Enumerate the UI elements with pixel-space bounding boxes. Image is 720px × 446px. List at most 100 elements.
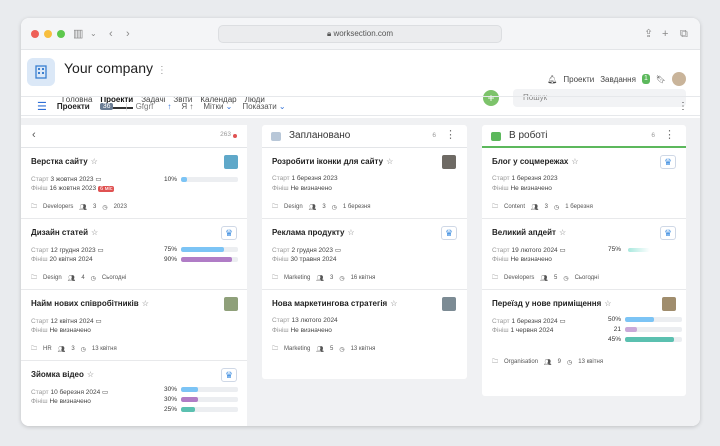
crown-icon[interactable]: ♛ xyxy=(660,226,676,240)
tags-dropdown[interactable]: Мітки ⌄ xyxy=(203,102,232,111)
menu-lines-icon[interactable]: ☰ xyxy=(37,100,47,113)
finish-date: Не визначено xyxy=(290,327,332,334)
card-date: 13 квітня xyxy=(578,359,604,365)
star-icon[interactable]: ☆ xyxy=(91,157,98,166)
project-card[interactable]: Великий апдейт ☆ ♛ Старт 19 лютого 2024 ▭… xyxy=(482,219,686,290)
sort-ya-button[interactable]: Я ↑ xyxy=(181,102,193,111)
close-window-button[interactable] xyxy=(31,30,39,38)
progress-row: 75% xyxy=(163,246,238,253)
progress-fill xyxy=(181,257,233,262)
clock-icon: ◷ xyxy=(567,359,573,366)
finish-label: Фініш xyxy=(31,256,48,263)
project-card[interactable]: Нова маркетингова стратегія ☆ Старт 13 лю… xyxy=(262,290,467,361)
project-card[interactable]: Розробити іконки для сайту ☆ Старт 1 бере… xyxy=(262,148,467,219)
progress-fill xyxy=(181,397,199,402)
bell-icon[interactable]: 🔔︎ xyxy=(547,75,557,84)
people-icon: 👥︎ xyxy=(79,204,87,211)
assignee-avatar[interactable] xyxy=(224,155,238,169)
maximize-window-button[interactable] xyxy=(57,30,65,38)
assignee-avatar[interactable] xyxy=(662,297,676,311)
building-icon xyxy=(35,65,47,79)
comment-icon: ▭ xyxy=(95,176,102,183)
people-count: 3 xyxy=(329,275,334,281)
project-card[interactable]: Переїзд у нове приміщення ☆ Старт 1 берез… xyxy=(482,290,686,378)
finish-date: Не визначено xyxy=(510,185,552,192)
project-card[interactable]: Дизайн статей ☆ ♛ Старт 12 грудня 2023 ▭ … xyxy=(21,219,247,290)
column-in-progress: В роботі 6 ⋮ Блог у соцмережах ☆ ♛ Старт … xyxy=(482,125,686,396)
tabs-overview-icon[interactable]: ⧉ xyxy=(680,27,688,41)
crown-icon[interactable]: ♛ xyxy=(221,226,237,240)
star-icon[interactable]: ☆ xyxy=(386,157,393,166)
card-date: Сьогодні xyxy=(101,275,127,281)
company-logo[interactable] xyxy=(27,58,55,86)
people-count: 9 xyxy=(557,359,562,365)
tasks-link[interactable]: Завдання xyxy=(600,75,636,84)
progress-value: 10% xyxy=(163,176,177,183)
projects-link[interactable]: Проекти xyxy=(563,75,594,84)
star-icon[interactable]: ☆ xyxy=(559,228,566,237)
more-vertical-icon[interactable]: ⋮ xyxy=(664,128,675,141)
forward-arrow-icon[interactable]: › xyxy=(126,27,130,41)
start-label: Старт xyxy=(492,318,510,325)
share-icon[interactable]: ⇪ xyxy=(644,27,653,41)
card-tag: Developers xyxy=(504,275,535,281)
card-tag: Developers xyxy=(43,204,74,210)
finish-label: Фініш xyxy=(492,256,509,263)
start-label: Старт xyxy=(31,176,49,183)
star-icon[interactable]: ☆ xyxy=(604,299,611,308)
star-icon[interactable]: ☆ xyxy=(347,228,354,237)
minimize-window-button[interactable] xyxy=(44,30,52,38)
assignee-avatar[interactable] xyxy=(224,297,238,311)
project-card[interactable]: Найм нових співробітників ☆ Старт 12 квіт… xyxy=(21,290,247,361)
progress-value: 30% xyxy=(163,386,177,393)
column-planned: Заплановано 6 ⋮ Розробити іконки для сай… xyxy=(262,125,467,379)
start-date: 12 квітня 2024 xyxy=(50,318,94,325)
more-vertical-icon[interactable]: ⋮ xyxy=(678,101,688,112)
star-icon[interactable]: ☆ xyxy=(571,157,578,166)
url-text: worksection.com xyxy=(333,29,394,38)
chevron-down-icon[interactable]: ⌄ xyxy=(90,27,97,41)
people-count: 5 xyxy=(329,346,334,352)
people-count: 3 xyxy=(93,204,97,210)
new-tab-icon[interactable]: + xyxy=(662,27,668,41)
company-name[interactable]: Your company ⋮ xyxy=(64,60,167,76)
card-title: Блог у соцмережах xyxy=(492,157,569,166)
crown-icon[interactable]: ♛ xyxy=(441,226,457,240)
sort-a-button[interactable]: ↑ xyxy=(167,102,171,111)
start-date: 1 березня 2023 xyxy=(291,175,338,182)
progress-fill xyxy=(181,387,199,392)
star-icon[interactable]: ☆ xyxy=(91,228,98,237)
star-icon[interactable]: ☆ xyxy=(142,299,149,308)
card-title: Переїзд у нове приміщення xyxy=(492,299,602,308)
bookmark-icon[interactable]: 🔖︎ xyxy=(656,75,666,84)
card-title: Розробити іконки для сайту xyxy=(272,157,384,166)
clock-icon: ◷ xyxy=(90,275,96,282)
more-vertical-icon[interactable]: ⋮ xyxy=(157,65,167,76)
progress-fill xyxy=(181,247,224,252)
assignee-avatar[interactable] xyxy=(442,297,456,311)
star-icon[interactable]: ☆ xyxy=(87,370,94,379)
people-icon: 👥︎ xyxy=(316,275,324,282)
crown-icon[interactable]: ♛ xyxy=(660,155,676,169)
project-card[interactable]: Реклама продукту ☆ ♛ Старт 2 грудня 2023 … xyxy=(262,219,467,290)
project-card[interactable]: Блог у соцмережах ☆ ♛ Старт 1 березня 202… xyxy=(482,148,686,219)
card-title: Великий апдейт xyxy=(492,228,556,237)
finish-date: 20 квітня 2024 xyxy=(49,256,93,263)
filter-text[interactable]: Gfgrf xyxy=(136,102,154,111)
address-bar[interactable]: 🔒︎ worksection.com xyxy=(218,25,502,43)
progress-fill xyxy=(625,337,674,342)
star-icon[interactable]: ☆ xyxy=(390,299,397,308)
show-dropdown[interactable]: Показати ⌄ xyxy=(242,102,285,111)
project-card[interactable]: Зйомка відео ☆ ♛ Старт 10 березня 2024 ▭ … xyxy=(21,361,247,426)
sidebar-toggle-icon[interactable]: ▥ xyxy=(73,27,83,41)
more-vertical-icon[interactable]: ⋮ xyxy=(445,128,456,141)
progress-row: 45% xyxy=(607,336,682,343)
folder-icon: 🗀︎ xyxy=(492,359,499,365)
back-chevron-icon[interactable]: ‹ xyxy=(32,129,36,141)
user-avatar[interactable] xyxy=(672,72,686,86)
crown-icon[interactable]: ♛ xyxy=(221,368,237,382)
back-arrow-icon[interactable]: ‹ xyxy=(109,27,113,41)
card-tag: Content xyxy=(504,204,526,210)
project-card[interactable]: Верстка сайту ☆ Старт 3 жовтня 2023 ▭ Фін… xyxy=(21,148,247,219)
assignee-avatar[interactable] xyxy=(442,155,456,169)
